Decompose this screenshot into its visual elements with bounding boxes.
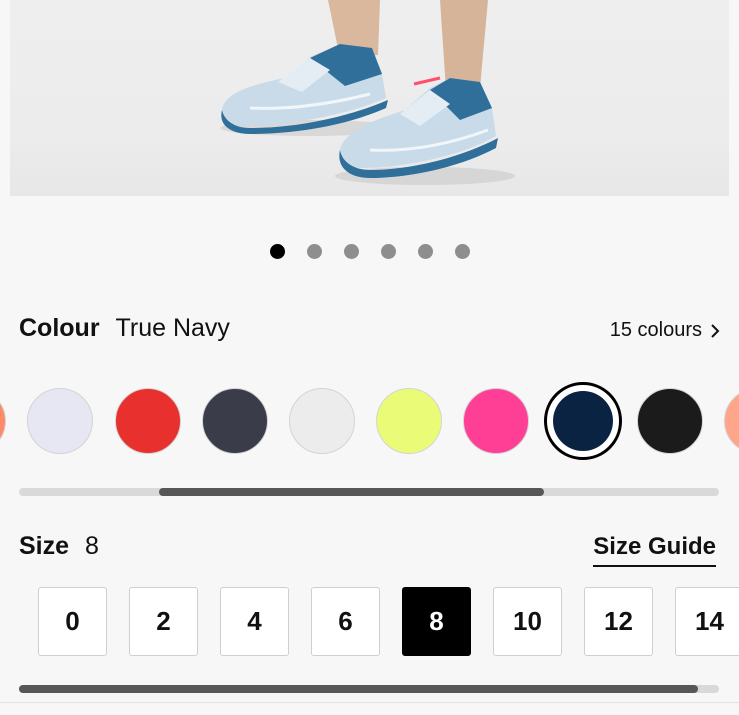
- colour-swatch[interactable]: [115, 388, 181, 454]
- selected-colour-name: True Navy: [115, 314, 230, 342]
- size-option[interactable]: 6: [311, 587, 380, 656]
- colour-swatch[interactable]: [724, 388, 739, 454]
- colour-swatch[interactable]: [289, 388, 355, 454]
- carousel-dot[interactable]: [306, 244, 322, 259]
- selected-size-value: 8: [85, 532, 99, 560]
- shoe-illustration: [220, 0, 515, 185]
- size-header: Size 8 Size Guide: [19, 532, 716, 567]
- size-option[interactable]: 4: [220, 587, 289, 656]
- size-option[interactable]: 14: [675, 587, 739, 656]
- carousel-indicator: [0, 244, 739, 259]
- carousel-dot[interactable]: [417, 244, 433, 259]
- carousel-dot[interactable]: [269, 244, 285, 259]
- size-option[interactable]: 2: [129, 587, 198, 656]
- size-option[interactable]: 12: [584, 587, 653, 656]
- colour-swatch[interactable]: [463, 388, 529, 454]
- size-option[interactable]: 0: [38, 587, 107, 656]
- colour-swatch[interactable]: [27, 388, 93, 454]
- colour-swatch[interactable]: [637, 388, 703, 454]
- carousel-dot[interactable]: [380, 244, 396, 259]
- size-option-selected[interactable]: 8: [402, 587, 471, 656]
- size-option[interactable]: 10: [493, 587, 562, 656]
- carousel-dot[interactable]: [343, 244, 359, 259]
- divider: [0, 702, 739, 703]
- colour-scrollbar[interactable]: [19, 488, 719, 496]
- carousel-dot[interactable]: [454, 244, 470, 259]
- colour-label: Colour: [19, 314, 100, 342]
- all-colours-link[interactable]: 15 colours: [610, 319, 720, 342]
- colour-scrollbar-thumb[interactable]: [159, 488, 544, 496]
- size-label: Size: [19, 532, 70, 560]
- size-guide-link[interactable]: Size Guide: [593, 533, 716, 567]
- colour-swatch[interactable]: [202, 388, 268, 454]
- colour-swatch[interactable]: [0, 388, 6, 454]
- size-option-list: 0 2 4 6 8 10 12 14: [0, 587, 739, 657]
- colour-swatch-selected[interactable]: [544, 382, 622, 460]
- colour-swatch[interactable]: [376, 388, 442, 454]
- colour-swatch-list[interactable]: [0, 382, 739, 462]
- colour-header: Colour True Navy 15 colours: [19, 314, 720, 343]
- size-scrollbar[interactable]: [19, 685, 719, 693]
- chevron-right-icon: [711, 323, 720, 338]
- product-image[interactable]: [10, 0, 729, 196]
- colour-count-label: 15 colours: [609, 319, 702, 341]
- size-scrollbar-thumb[interactable]: [19, 685, 698, 693]
